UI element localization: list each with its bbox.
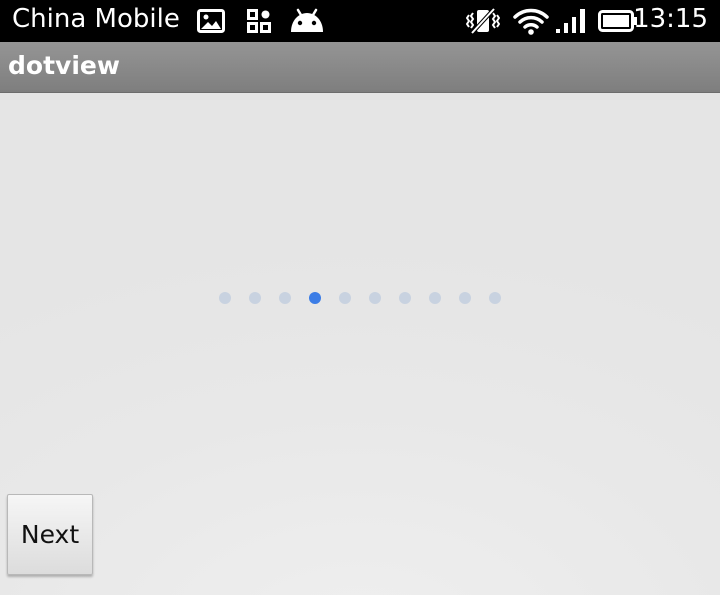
content-area: Next bbox=[0, 93, 720, 595]
dot-active bbox=[309, 292, 321, 304]
dot bbox=[279, 292, 291, 304]
vibrate-mute-icon bbox=[466, 0, 500, 42]
status-bar: China Mobile 13:15 bbox=[0, 0, 720, 42]
dot bbox=[219, 292, 231, 304]
image-icon bbox=[196, 0, 226, 42]
clock: 13:15 bbox=[633, 4, 708, 34]
dot bbox=[489, 292, 501, 304]
qr-code-icon bbox=[246, 0, 272, 42]
dot bbox=[249, 292, 261, 304]
dot bbox=[459, 292, 471, 304]
android-icon bbox=[289, 0, 325, 42]
dot bbox=[369, 292, 381, 304]
dot bbox=[429, 292, 441, 304]
wifi-icon bbox=[512, 0, 550, 42]
signal-icon bbox=[554, 0, 588, 42]
next-button[interactable]: Next bbox=[7, 494, 93, 575]
app-title: dotview bbox=[8, 51, 120, 80]
app-title-bar: dotview bbox=[0, 42, 720, 93]
dot bbox=[339, 292, 351, 304]
dot bbox=[399, 292, 411, 304]
dot-indicator bbox=[0, 93, 720, 595]
carrier-name: China Mobile bbox=[12, 4, 180, 34]
